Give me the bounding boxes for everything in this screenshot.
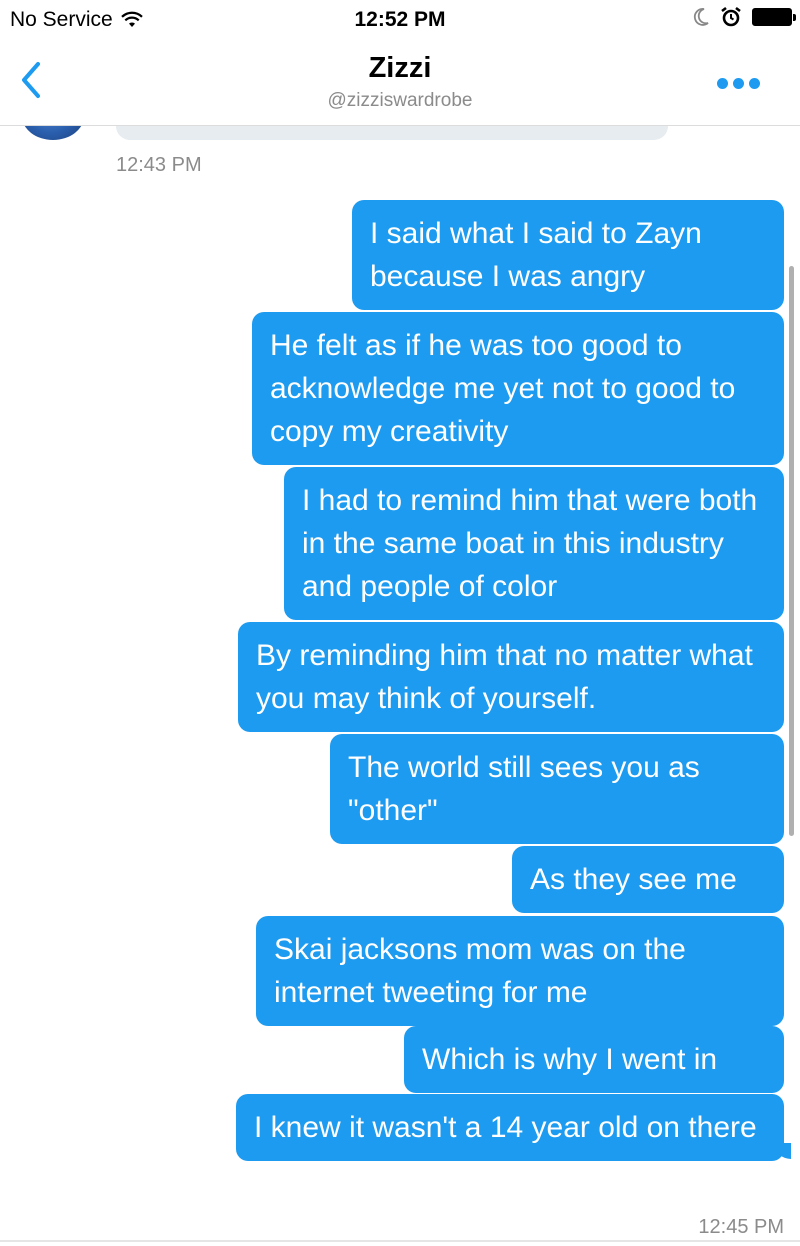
dm-conversation-screen: No Service 12:52 PM Zizzi @zizziswardrob… [0, 0, 800, 1246]
more-dots-icon [717, 78, 728, 89]
more-options-button[interactable] [717, 78, 760, 89]
nav-bar: Zizzi @zizziswardrobe [0, 40, 800, 126]
alarm-icon [721, 6, 741, 27]
conversation-handle: @zizziswardrobe [327, 90, 473, 111]
sent-message-bubble[interactable]: I had to remind him that were both in th… [284, 467, 784, 620]
more-dots-icon [749, 78, 760, 89]
sent-message-bubble[interactable]: He felt as if he was too good to acknowl… [252, 312, 784, 465]
status-right [692, 6, 796, 28]
received-message-bubble[interactable] [116, 126, 668, 140]
sent-message-bubble[interactable]: Skai jacksons mom was on the internet tw… [256, 916, 784, 1026]
message-timestamp: 12:45 PM [698, 1216, 784, 1238]
sent-message-bubble[interactable]: As they see me [512, 846, 784, 913]
moon-icon [693, 8, 709, 26]
status-bar: No Service 12:52 PM [0, 0, 800, 40]
more-dots-icon [733, 78, 744, 89]
message-timestamp: 12:43 PM [116, 154, 202, 176]
divider [0, 1240, 800, 1242]
battery-icon [752, 8, 796, 26]
sent-message-bubble[interactable]: I knew it wasn't a 14 year old on there [236, 1094, 791, 1161]
scrollbar[interactable] [789, 266, 794, 836]
sent-message-bubble[interactable]: Which is why I went in [404, 1026, 784, 1093]
sent-message-bubble[interactable]: By reminding him that no matter what you… [238, 622, 784, 732]
avatar[interactable] [22, 126, 84, 140]
status-time: 12:52 PM [354, 8, 446, 31]
sent-message-bubble[interactable]: I said what I said to Zayn because I was… [352, 200, 784, 310]
conversation-title: Zizzi [368, 52, 432, 84]
message-thread[interactable]: 12:43 PM I said what I said to Zayn beca… [0, 126, 800, 1246]
sent-message-bubble[interactable]: The world still sees you as "other" [330, 734, 784, 844]
